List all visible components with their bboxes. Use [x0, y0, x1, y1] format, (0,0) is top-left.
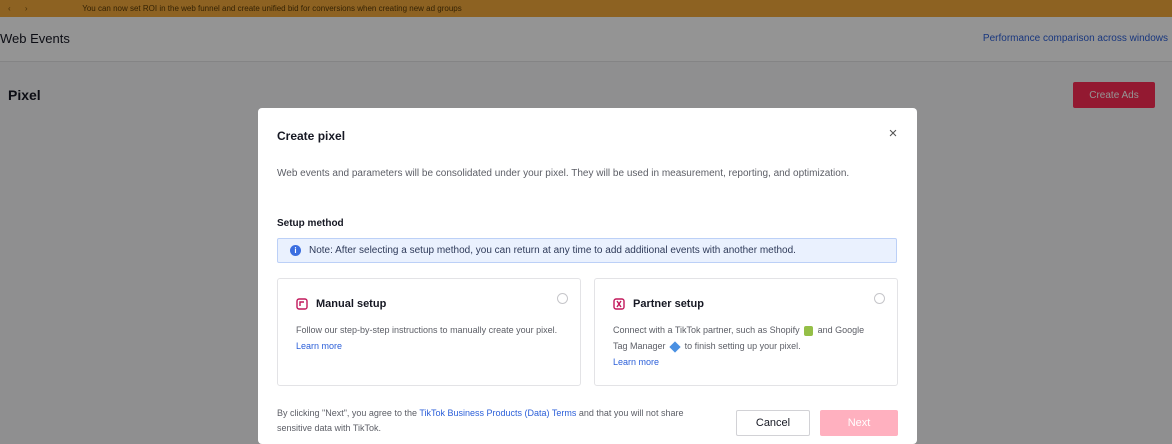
manual-learn-more-link[interactable]: Learn more: [296, 341, 342, 351]
shopify-icon: [804, 325, 814, 336]
code-icon: [296, 298, 308, 310]
setup-method-label: Setup method: [277, 218, 344, 229]
terms-link[interactable]: TikTok Business Products (Data) Terms: [419, 408, 576, 418]
cancel-button[interactable]: Cancel: [736, 410, 810, 436]
partner-setup-title: Partner setup: [633, 298, 704, 310]
manual-setup-desc-text: Follow our step-by-step instructions to …: [296, 325, 558, 335]
note-text: Note: After selecting a setup method, yo…: [309, 245, 796, 256]
partner-setup-card[interactable]: Partner setup Connect with a TikTok part…: [594, 278, 898, 386]
modal-description: Web events and parameters will be consol…: [277, 168, 850, 179]
manual-setup-title: Manual setup: [316, 298, 387, 310]
partner-desc-c: to finish setting up your pixel.: [684, 341, 801, 351]
create-pixel-modal: Create pixel × Web events and parameters…: [258, 108, 917, 444]
manual-setup-description: Follow our step-by-step instructions to …: [296, 322, 564, 354]
next-button[interactable]: Next: [820, 410, 898, 436]
partner-setup-description: Connect with a TikTok partner, such as S…: [613, 322, 881, 370]
info-icon: i: [290, 245, 301, 256]
partner-icon: [613, 298, 625, 310]
close-icon[interactable]: ×: [883, 124, 903, 144]
terms-prefix: By clicking "Next", you agree to the: [277, 408, 417, 418]
note-banner: i Note: After selecting a setup method, …: [277, 238, 897, 263]
terms-notice: By clicking "Next", you agree to the Tik…: [277, 406, 717, 436]
partner-setup-radio[interactable]: [874, 293, 885, 304]
manual-setup-radio[interactable]: [557, 293, 568, 304]
partner-desc-a: Connect with a TikTok partner, such as S…: [613, 325, 800, 335]
modal-title: Create pixel: [277, 129, 346, 143]
google-tag-manager-icon: [669, 340, 681, 353]
partner-learn-more-link[interactable]: Learn more: [613, 357, 659, 367]
manual-setup-card[interactable]: Manual setup Follow our step-by-step ins…: [277, 278, 581, 386]
